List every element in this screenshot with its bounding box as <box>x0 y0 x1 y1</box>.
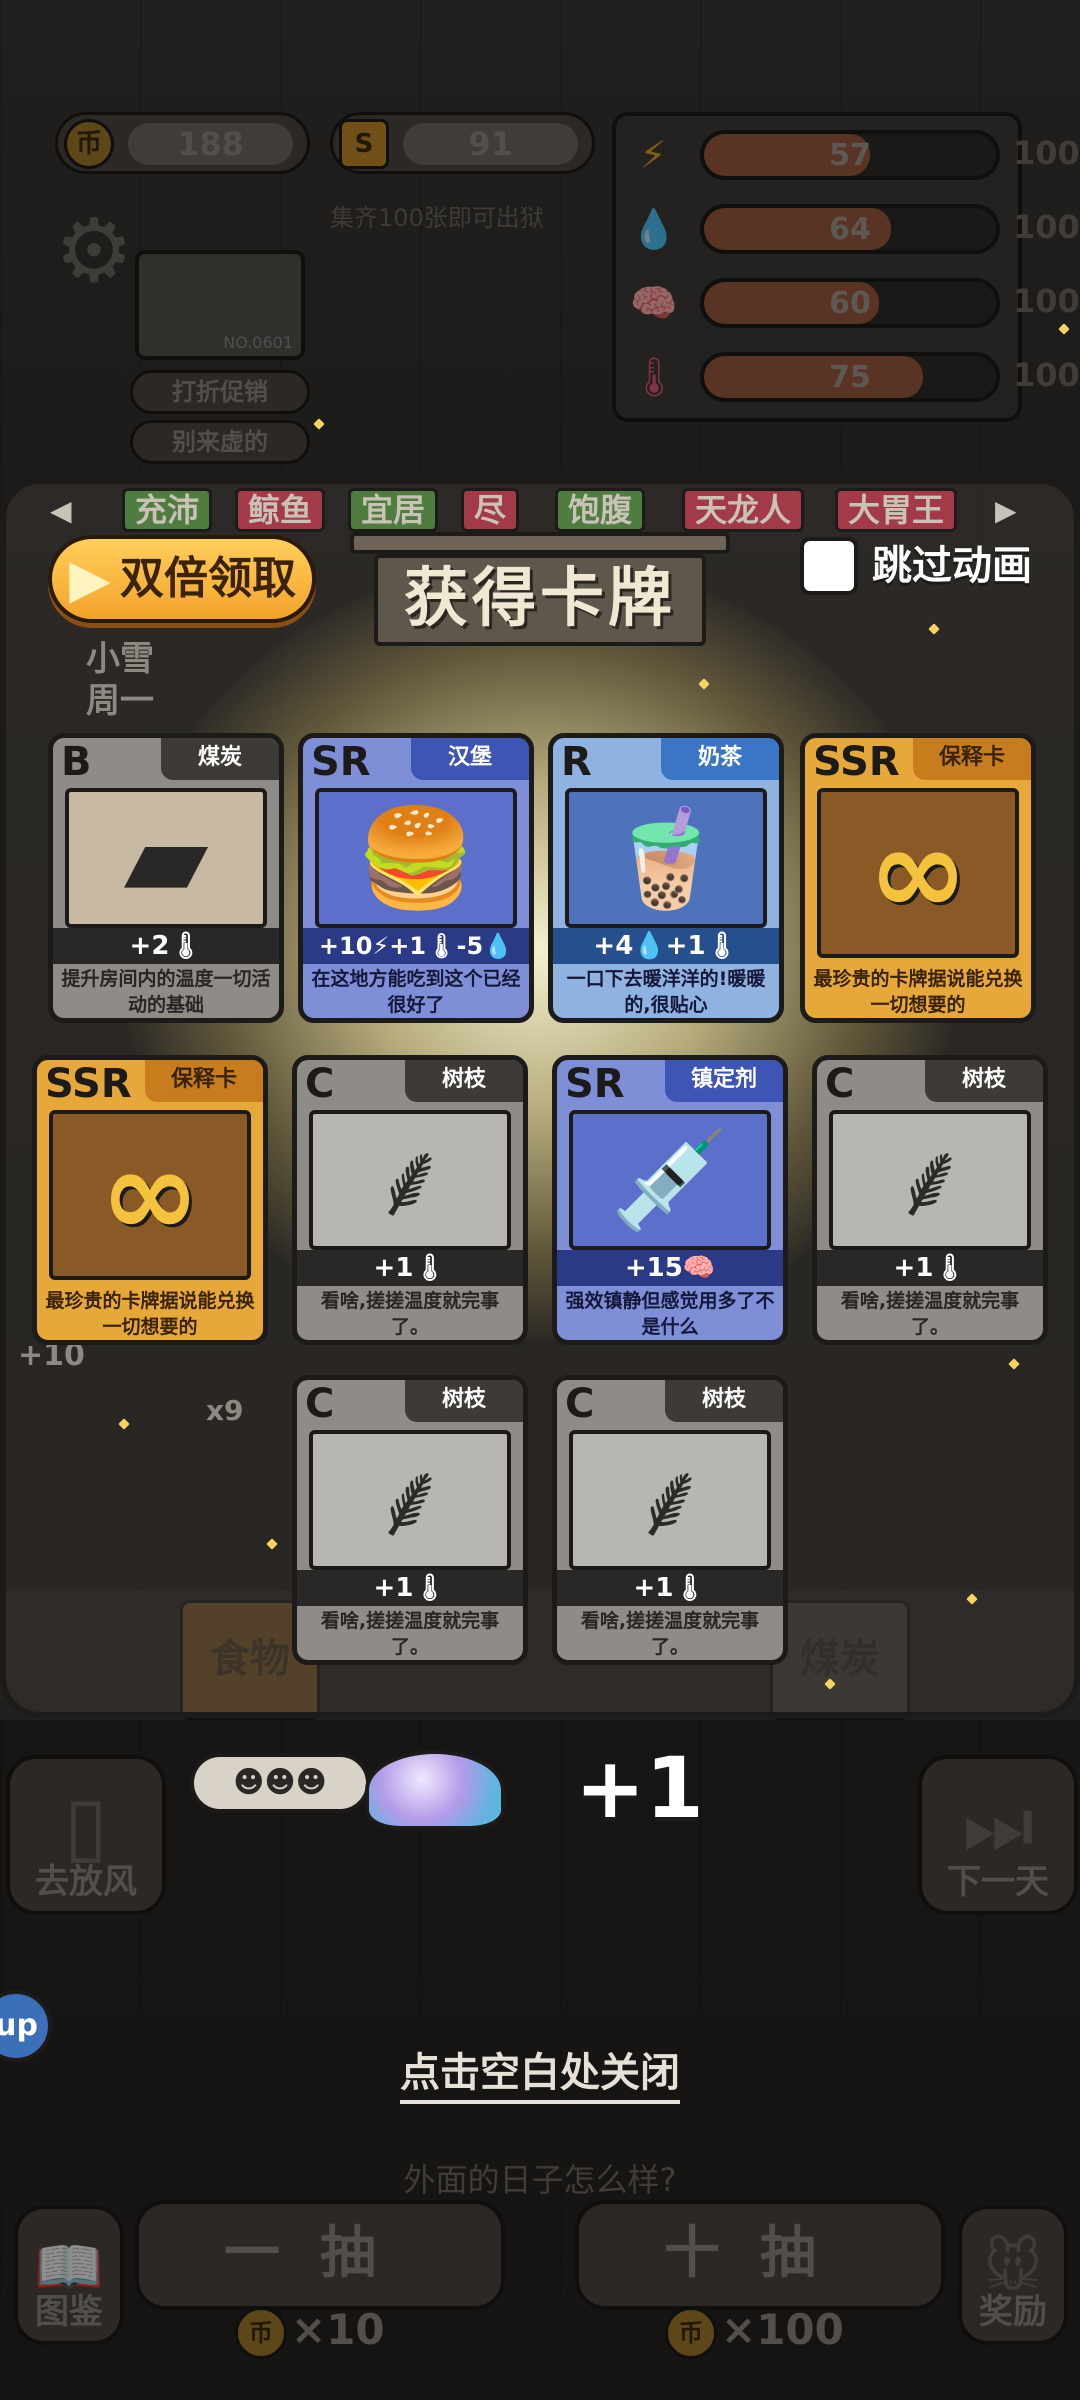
crystal-pile-icon <box>355 1740 515 1830</box>
skip-animation-label: 跳过动画 <box>872 543 1032 589</box>
card-effect: +1🌡 <box>557 1570 783 1606</box>
card-rarity: C <box>565 1381 595 1427</box>
card-burger[interactable]: 🍔 SR 汉堡 +10⚡+1🌡-5💧 在这地方能吃到这个已经很好了 <box>298 733 534 1023</box>
title-plaque: 获得卡牌 <box>350 518 730 648</box>
card-effect: +4💧+1🌡 <box>553 928 779 964</box>
close-hint-text: 点击空白处关闭 <box>400 2050 680 2104</box>
card-name: 树枝 <box>405 1380 523 1422</box>
twig-icon: ⸙ <box>630 1439 709 1561</box>
card-art: 🧋 <box>565 788 767 928</box>
card-effect: +10⚡+1🌡-5💧 <box>303 928 529 964</box>
weather-text: 小雪 <box>86 639 154 679</box>
card-description: 最珍贵的卡牌据说能兑换一切想要的 <box>813 968 1023 1016</box>
card-art: ⸙ <box>829 1110 1031 1250</box>
card-rarity: B <box>61 739 92 785</box>
card-rarity: SSR <box>45 1061 132 1107</box>
card-name: 汉堡 <box>411 738 529 780</box>
card-art: 💉 <box>569 1110 771 1250</box>
card-effect: +1🌡 <box>297 1570 523 1606</box>
card-name: 树枝 <box>405 1060 523 1102</box>
card-twig[interactable]: ⸙ C 树枝 +1🌡 看啥,搓搓温度就完事了。 <box>552 1375 788 1665</box>
card-rarity: C <box>305 1061 335 1107</box>
card-rarity: R <box>561 739 592 785</box>
popup-title: 获得卡牌 <box>404 562 676 636</box>
tab-right-arrow-icon[interactable]: ▶ <box>995 492 1023 530</box>
card-rarity: SSR <box>813 739 900 785</box>
card-effect: +2🌡 <box>53 928 279 964</box>
twig-icon: ⸙ <box>370 1439 449 1561</box>
double-claim-label: 双倍领取 <box>120 553 296 604</box>
reward-row: ☻☻☻ +1 <box>190 1735 710 1845</box>
card-twig[interactable]: ⸙ C 树枝 +1🌡 看啥,搓搓温度就完事了。 <box>292 1055 528 1345</box>
card-name: 树枝 <box>925 1060 1043 1102</box>
card-description: 看啥,搓搓温度就完事了。 <box>320 1290 500 1338</box>
card-art: ⸙ <box>569 1430 771 1570</box>
card-name: 保释卡 <box>913 738 1031 780</box>
card-rarity: C <box>825 1061 855 1107</box>
card-name: 奶茶 <box>661 738 779 780</box>
card-description: 看啥,搓搓温度就完事了。 <box>580 1610 760 1658</box>
card-art: ⸙ <box>309 1430 511 1570</box>
weather-remnant: 小雪 周一 <box>48 638 154 722</box>
card-milk-tea[interactable]: 🧋 R 奶茶 +4💧+1🌡 一口下去暖洋洋的!暖暖的,很贴心 <box>548 733 784 1023</box>
milk-tea-icon: 🧋 <box>606 802 726 914</box>
card-twig[interactable]: ⸙ C 树枝 +1🌡 看啥,搓搓温度就完事了。 <box>812 1055 1048 1345</box>
tab-1[interactable]: 鲸鱼 <box>235 488 326 532</box>
prisoner-faces-icon: ☻☻☻ <box>190 1753 370 1813</box>
card-description: 在这地方能吃到这个已经很好了 <box>311 968 521 1016</box>
card-rarity: SR <box>311 739 371 785</box>
syringe-icon: 💉 <box>610 1124 730 1236</box>
skip-checkbox[interactable] <box>800 537 858 595</box>
card-description: 看啥,搓搓温度就完事了。 <box>840 1290 1020 1338</box>
card-effect: +1🌡 <box>297 1250 523 1286</box>
card-name: 镇定剂 <box>665 1060 783 1102</box>
twig-icon: ⸙ <box>370 1119 449 1241</box>
card-art: ∞ <box>817 788 1019 958</box>
card-rarity: SR <box>565 1061 625 1107</box>
card-art: ∞ <box>49 1110 251 1280</box>
card-description: 最珍贵的卡牌据说能兑换一切想要的 <box>45 1290 255 1338</box>
close-hint[interactable]: 点击空白处关闭 <box>0 2040 1080 2104</box>
tab-6[interactable]: 大胃王 <box>835 488 958 532</box>
card-bail[interactable]: ∞ SSR 保释卡 最珍贵的卡牌据说能兑换一切想要的 <box>800 733 1036 1023</box>
card-description: 强效镇静但感觉用多了不是什么 <box>565 1290 775 1338</box>
card-effect: +15🧠 <box>557 1250 783 1286</box>
skip-animation-toggle[interactable]: 跳过动画 <box>800 535 1060 597</box>
coal-icon: ▰ <box>123 794 209 922</box>
play-icon: ▶ <box>69 547 111 610</box>
weekday-text: 周一 <box>86 681 154 721</box>
card-name: 树枝 <box>665 1380 783 1422</box>
reward-amount: +1 <box>575 1739 704 1837</box>
twig-icon: ⸙ <box>890 1119 969 1241</box>
infinity-icon: ∞ <box>868 803 968 942</box>
card-description: 一口下去暖洋洋的!暖暖的,很贴心 <box>566 968 766 1016</box>
plaque-beam <box>350 532 730 554</box>
card-art: 🍔 <box>315 788 517 928</box>
card-name: 煤炭 <box>161 738 279 780</box>
infinity-icon: ∞ <box>100 1125 200 1264</box>
card-bail[interactable]: ∞ SSR 保释卡 最珍贵的卡牌据说能兑换一切想要的 <box>32 1055 268 1345</box>
card-sedative[interactable]: 💉 SR 镇定剂 +15🧠 强效镇静但感觉用多了不是什么 <box>552 1055 788 1345</box>
tab-left-arrow-icon[interactable]: ◀ <box>50 492 78 530</box>
card-description: 看啥,搓搓温度就完事了。 <box>320 1610 500 1658</box>
card-description: 提升房间内的温度一切活动的基础 <box>61 968 271 1016</box>
card-twig[interactable]: ⸙ C 树枝 +1🌡 看啥,搓搓温度就完事了。 <box>292 1375 528 1665</box>
card-art: ⸙ <box>309 1110 511 1250</box>
tab-0[interactable]: 充沛 <box>122 488 213 532</box>
burger-icon: 🍔 <box>356 802 476 914</box>
card-rarity: C <box>305 1381 335 1427</box>
card-coal[interactable]: ▰ B 煤炭 +2🌡 提升房间内的温度一切活动的基础 <box>48 733 284 1023</box>
partial-count: x9 <box>206 1394 244 1427</box>
card-effect: +1🌡 <box>817 1250 1043 1286</box>
card-name: 保释卡 <box>145 1060 263 1102</box>
double-claim-button[interactable]: ▶ 双倍领取 <box>48 535 316 623</box>
card-art: ▰ <box>65 788 267 928</box>
